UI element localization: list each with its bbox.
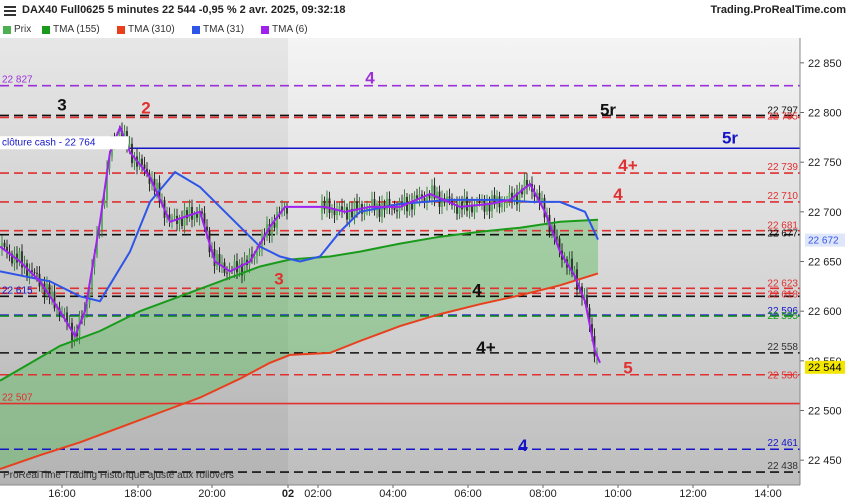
candle-body: [36, 272, 38, 274]
x-tick-label: 06:00: [454, 488, 482, 500]
tma31-tag-label: 22 672: [808, 236, 839, 247]
candle-body: [483, 200, 486, 212]
level-label: 22 615: [2, 285, 33, 296]
candle-body: [431, 185, 433, 199]
y-tick-label: 22 800: [808, 108, 842, 120]
level-label: 22 739: [767, 162, 798, 173]
x-tick-label: 02:00: [304, 488, 332, 500]
x-tick-label: 14:00: [754, 488, 782, 500]
candle-body: [273, 222, 276, 228]
candle-body: [33, 272, 36, 273]
candle-body: [196, 214, 198, 218]
candle-body: [51, 291, 53, 298]
wave-annotation: 4: [365, 69, 375, 88]
candle-body: [341, 206, 343, 211]
candle-body: [448, 196, 451, 199]
candle-body: [346, 207, 348, 220]
candle-body: [128, 143, 131, 147]
candle-body: [258, 249, 261, 252]
x-tick-label: 04:00: [379, 488, 407, 500]
level-label: 22 710: [767, 191, 798, 202]
candle-body: [63, 312, 66, 315]
level-label: 22 507: [2, 393, 33, 404]
candle-body: [461, 201, 463, 210]
candle-body: [503, 202, 506, 204]
candle-body: [173, 215, 176, 218]
current-price-label: 22 544: [808, 362, 842, 374]
candle-body: [463, 196, 466, 210]
level-label: 22 827: [2, 75, 33, 86]
y-tick-label: 22 600: [808, 306, 842, 318]
candle-body: [381, 202, 383, 217]
candle-body: [378, 203, 381, 217]
wave-annotation: 4: [613, 185, 623, 204]
candle-body: [328, 198, 331, 213]
wave-annotation: 3: [57, 96, 66, 115]
wave-annotation: 4+: [476, 338, 495, 357]
y-tick-label: 22 750: [808, 157, 842, 169]
level-label: 22 461: [767, 438, 798, 449]
level-label: 22 438: [767, 461, 798, 472]
x-tick-label: 02: [282, 488, 294, 500]
x-tick-label: 08:00: [529, 488, 557, 500]
candle-body: [386, 198, 388, 210]
candle-body: [193, 214, 196, 220]
wave-annotation: 5r: [600, 100, 616, 119]
y-tick-label: 22 850: [808, 58, 842, 70]
candle-body: [3, 242, 6, 247]
y-tick-label: 22 650: [808, 257, 842, 269]
level-label: 22 595: [767, 311, 798, 322]
level-label: 22 623: [767, 278, 798, 289]
wave-annotation: 4: [518, 436, 528, 455]
candle-body: [286, 207, 288, 214]
x-tick-label: 18:00: [124, 488, 152, 500]
x-tick-label: 10:00: [604, 488, 632, 500]
wave-annotation: 2: [141, 98, 150, 117]
candle-body: [323, 200, 326, 210]
watermark: ProRealTime Trading Historique ajusté au…: [3, 470, 234, 481]
wave-annotation: 4: [472, 280, 482, 299]
level-label: 22 795: [767, 111, 798, 122]
level-label: 22 558: [767, 342, 798, 353]
candle-body: [501, 203, 503, 208]
candle-body: [226, 272, 228, 274]
x-tick-label: 16:00: [48, 488, 76, 500]
wave-annotation: 3: [274, 269, 283, 288]
level-label-close: clôture cash - 22 764: [2, 137, 96, 148]
candle-body: [556, 236, 558, 239]
candle-body: [338, 206, 341, 210]
candle-body: [393, 207, 396, 211]
wave-annotation: 5: [623, 359, 632, 378]
candle-body: [343, 207, 346, 211]
y-tick-label: 22 500: [808, 406, 842, 418]
wave-annotation: 5r: [722, 128, 738, 147]
wave-annotation: 4+: [618, 156, 637, 175]
candle-body: [396, 210, 398, 212]
price-chart[interactable]: 22 82722 79722 795clôture cash - 22 7642…: [0, 0, 850, 500]
level-label: 22 536: [767, 371, 798, 382]
candle-body: [371, 199, 373, 207]
y-tick-label: 22 700: [808, 207, 842, 219]
candle-body: [53, 291, 56, 309]
candle-body: [68, 322, 71, 324]
candle-body: [141, 158, 143, 165]
level-label: 22 677: [767, 229, 798, 240]
candle-body: [256, 251, 258, 256]
candle-body: [181, 217, 183, 227]
level-label: 22 618: [767, 289, 798, 300]
y-tick-label: 22 450: [808, 455, 842, 467]
x-tick-label: 12:00: [679, 488, 707, 500]
candle-body: [478, 202, 481, 203]
x-tick-label: 20:00: [198, 488, 226, 500]
candle-body: [416, 195, 418, 199]
